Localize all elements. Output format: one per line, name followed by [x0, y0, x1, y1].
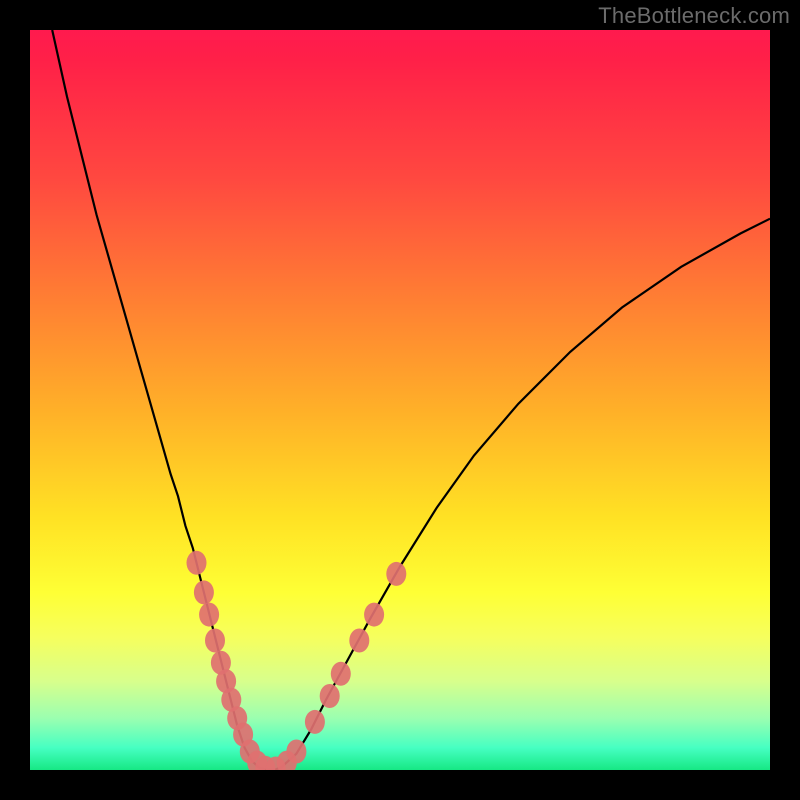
curve-layer	[30, 30, 770, 770]
data-marker	[305, 710, 325, 734]
data-marker	[205, 629, 225, 653]
bottleneck-curve	[52, 30, 770, 770]
watermark-text: TheBottleneck.com	[598, 3, 790, 29]
data-marker	[286, 740, 306, 764]
data-marker	[194, 580, 214, 604]
plot-area	[30, 30, 770, 770]
data-marker	[364, 603, 384, 627]
data-marker	[320, 684, 340, 708]
data-marker	[349, 629, 369, 653]
data-marker	[331, 662, 351, 686]
data-marker	[199, 603, 219, 627]
data-marker	[187, 551, 207, 575]
data-marker	[386, 562, 406, 586]
data-markers	[187, 551, 407, 770]
chart-frame: TheBottleneck.com	[0, 0, 800, 800]
